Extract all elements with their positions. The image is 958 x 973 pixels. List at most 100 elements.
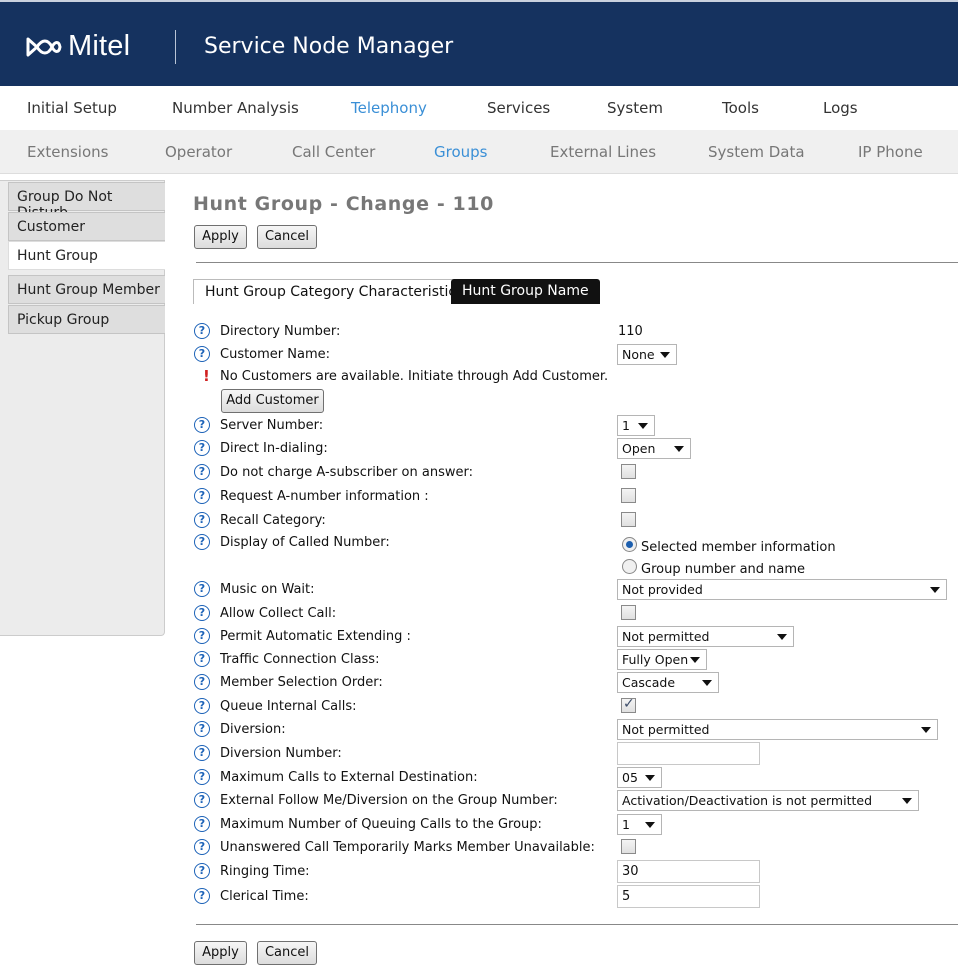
- permit-auto-extending-select[interactable]: Not permitted: [617, 626, 794, 647]
- label-permit-auto-extending: Permit Automatic Extending :: [220, 629, 411, 644]
- add-customer-button[interactable]: Add Customer: [221, 389, 324, 413]
- cancel-button-top[interactable]: Cancel: [257, 225, 317, 249]
- unanswered-marks-unavailable-checkbox[interactable]: [621, 839, 636, 854]
- sidebar-item-group-do-not-disturb[interactable]: Group Do Not Disturb: [8, 182, 165, 221]
- external-follow-me-select[interactable]: Activation/Deactivation is not permitted: [617, 790, 919, 811]
- chevron-down-icon: [777, 634, 787, 640]
- radio-group-number-name[interactable]: [622, 559, 637, 574]
- traffic-connection-class-select[interactable]: Fully Open: [617, 649, 707, 670]
- label-directory-number: Directory Number:: [220, 324, 341, 339]
- cancel-button-bottom[interactable]: Cancel: [257, 941, 317, 965]
- help-icon[interactable]: ?: [194, 534, 210, 550]
- diversion-number-input[interactable]: [617, 742, 760, 765]
- mitel-logo[interactable]: Mitel: [26, 30, 130, 63]
- help-icon[interactable]: ?: [194, 888, 210, 904]
- help-icon[interactable]: ?: [194, 628, 210, 644]
- member-selection-order-select[interactable]: Cascade: [617, 672, 719, 693]
- help-icon[interactable]: ?: [194, 863, 210, 879]
- subnav-groups[interactable]: Groups: [434, 143, 487, 161]
- subnav-system-data[interactable]: System Data: [708, 143, 805, 161]
- help-icon[interactable]: ?: [194, 512, 210, 528]
- help-icon[interactable]: ?: [194, 674, 210, 690]
- sidebar-item-hunt-group[interactable]: Hunt Group: [8, 241, 165, 270]
- recall-category-checkbox[interactable]: [621, 512, 636, 527]
- app-header: Mitel Service Node Manager: [0, 0, 958, 86]
- max-calls-external-select[interactable]: 05: [617, 767, 662, 788]
- no-customers-message: No Customers are available. Initiate thr…: [220, 369, 609, 384]
- divider-top: [196, 262, 958, 263]
- tab-category-characteristics[interactable]: Hunt Group Category Characteristics: [193, 279, 476, 304]
- chevron-down-icon: [921, 727, 931, 733]
- nav-logs[interactable]: Logs: [823, 99, 858, 117]
- nav-number-analysis[interactable]: Number Analysis: [172, 99, 299, 117]
- chevron-down-icon: [674, 446, 684, 452]
- subnav-call-center[interactable]: Call Center: [292, 143, 375, 161]
- queue-internal-calls-checkbox[interactable]: ✓: [621, 696, 636, 713]
- help-icon[interactable]: ?: [194, 440, 210, 456]
- server-number-select[interactable]: 1: [617, 415, 655, 436]
- nav-telephony[interactable]: Telephony: [351, 99, 427, 117]
- radio-selected-member-info[interactable]: [622, 537, 637, 552]
- help-icon[interactable]: ?: [194, 769, 210, 785]
- nav-tools[interactable]: Tools: [722, 99, 759, 117]
- sidebar-item-customer[interactable]: Customer: [8, 212, 165, 241]
- label-member-selection-order: Member Selection Order:: [220, 675, 383, 690]
- help-icon[interactable]: ?: [194, 417, 210, 433]
- no-charge-a-subscriber-checkbox[interactable]: [621, 464, 636, 479]
- radio-label-group-number-name: Group number and name: [641, 562, 806, 577]
- help-icon[interactable]: ?: [194, 816, 210, 832]
- label-max-queuing-calls: Maximum Number of Queuing Calls to the G…: [220, 817, 542, 832]
- direct-in-dialing-selected: Open: [622, 441, 656, 456]
- subnav-external-lines[interactable]: External Lines: [550, 143, 656, 161]
- help-icon[interactable]: ?: [194, 721, 210, 737]
- help-icon[interactable]: ?: [194, 698, 210, 714]
- help-icon[interactable]: ?: [194, 745, 210, 761]
- help-icon[interactable]: ?: [194, 605, 210, 621]
- apply-button-top[interactable]: Apply: [194, 225, 247, 249]
- subnav-extensions[interactable]: Extensions: [27, 143, 108, 161]
- directory-number-value: 110: [618, 324, 643, 339]
- tab-hunt-group-name[interactable]: Hunt Group Name: [451, 279, 600, 304]
- label-unanswered-marks-unavailable: Unanswered Call Temporarily Marks Member…: [220, 840, 595, 855]
- max-queuing-calls-selected: 1: [622, 817, 630, 832]
- nav-system[interactable]: System: [607, 99, 663, 117]
- help-icon[interactable]: ?: [194, 792, 210, 808]
- chevron-down-icon: [645, 822, 655, 828]
- help-icon[interactable]: ?: [194, 839, 210, 855]
- help-icon[interactable]: ?: [194, 464, 210, 480]
- label-direct-in-dialing: Direct In-dialing:: [220, 441, 328, 456]
- chevron-down-icon: [902, 798, 912, 804]
- customer-name-select[interactable]: None: [617, 344, 677, 365]
- label-allow-collect-call: Allow Collect Call:: [220, 606, 337, 621]
- max-queuing-calls-select[interactable]: 1: [617, 814, 662, 835]
- help-icon[interactable]: ?: [194, 488, 210, 504]
- allow-collect-call-checkbox[interactable]: [621, 605, 636, 620]
- customer-name-selected: None: [622, 347, 655, 362]
- music-on-wait-select[interactable]: Not provided: [617, 579, 947, 600]
- sidebar-item-pickup-group[interactable]: Pickup Group: [8, 305, 165, 334]
- header-divider: [175, 30, 176, 64]
- ringing-time-input[interactable]: 30: [617, 860, 760, 883]
- label-music-on-wait: Music on Wait:: [220, 582, 315, 597]
- nav-services[interactable]: Services: [487, 99, 550, 117]
- sidebar-item-hunt-group-member[interactable]: Hunt Group Member: [8, 275, 165, 304]
- help-icon[interactable]: ?: [194, 651, 210, 667]
- radio-label-selected-member-info: Selected member information: [641, 540, 836, 555]
- app-title: Service Node Manager: [204, 34, 454, 59]
- chevron-down-icon: [930, 587, 940, 593]
- direct-in-dialing-select[interactable]: Open: [617, 438, 691, 459]
- subnav-ip-phone[interactable]: IP Phone: [858, 143, 923, 161]
- page-title: Hunt Group - Change - 110: [193, 193, 494, 215]
- diversion-select[interactable]: Not permitted: [617, 719, 938, 740]
- label-queue-internal-calls: Queue Internal Calls:: [220, 699, 357, 714]
- subnav-operator[interactable]: Operator: [165, 143, 232, 161]
- help-icon[interactable]: ?: [194, 581, 210, 597]
- request-a-number-checkbox[interactable]: [621, 488, 636, 503]
- apply-button-bottom[interactable]: Apply: [194, 941, 247, 965]
- nav-initial-setup[interactable]: Initial Setup: [27, 99, 117, 117]
- label-no-charge-a-subscriber: Do not charge A-subscriber on answer:: [220, 465, 473, 480]
- clerical-time-input[interactable]: 5: [617, 885, 760, 908]
- help-icon[interactable]: ?: [194, 323, 210, 339]
- max-calls-external-selected: 05: [622, 770, 638, 785]
- help-icon[interactable]: ?: [194, 346, 210, 362]
